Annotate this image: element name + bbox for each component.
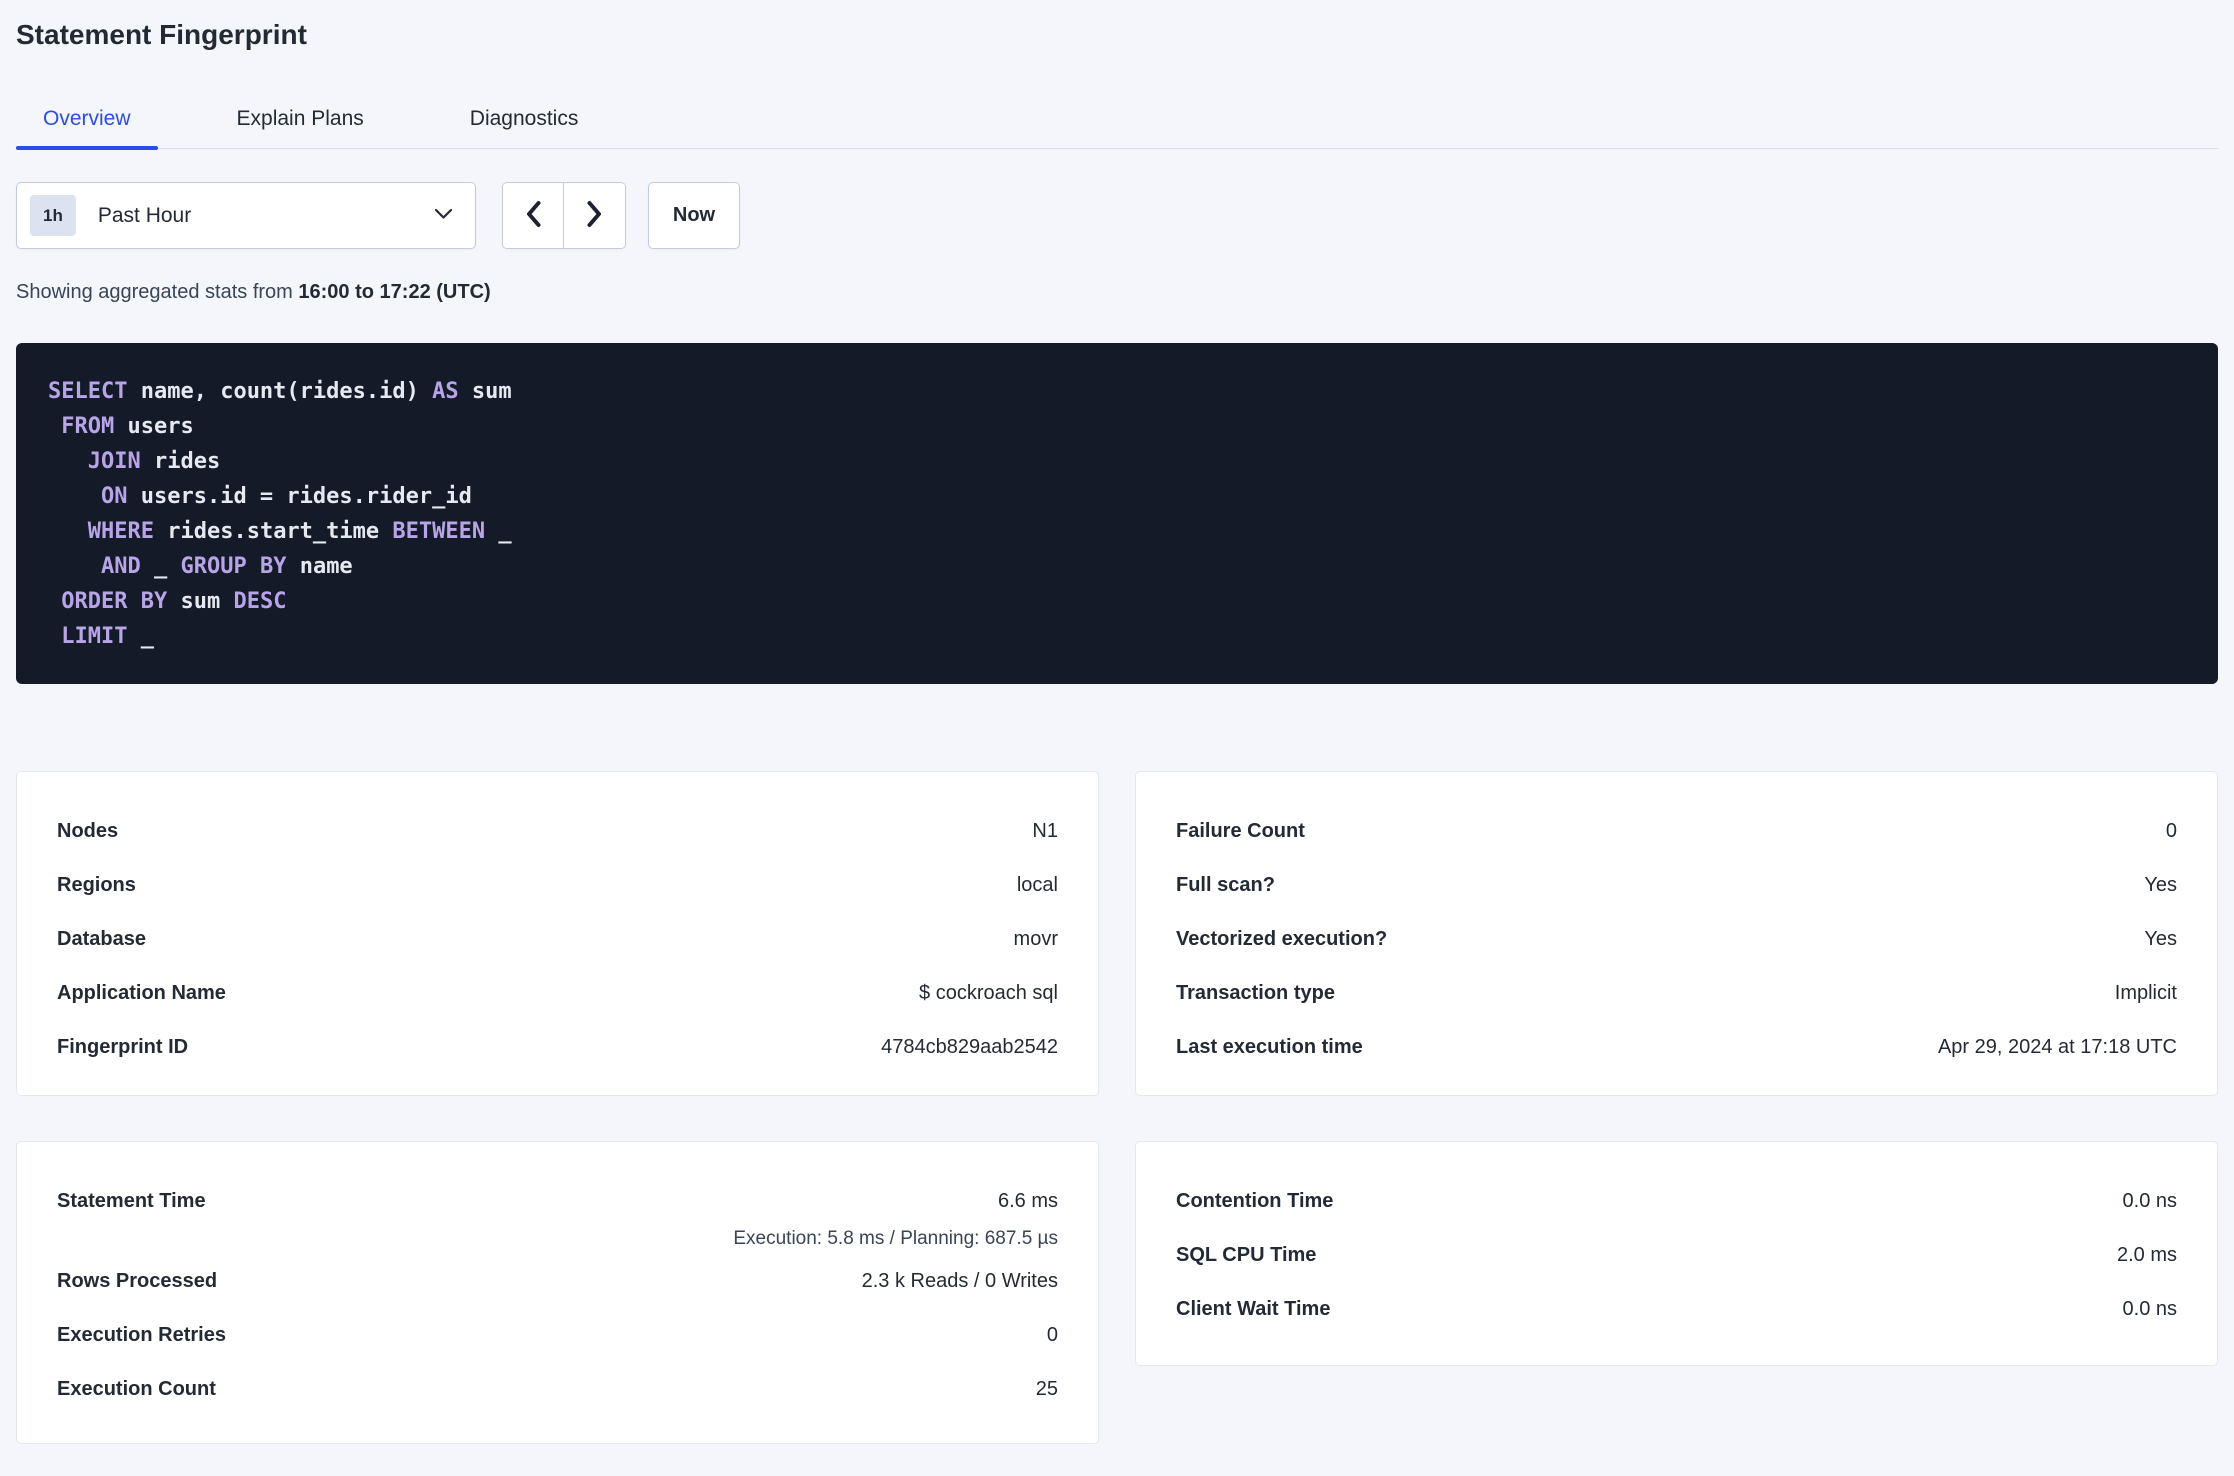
time-range-label: Past Hour	[97, 203, 192, 227]
row-label: Nodes	[57, 819, 119, 842]
now-button[interactable]: Now	[648, 182, 740, 249]
tab-explain-plans[interactable]: Explain Plans	[210, 92, 391, 148]
statement-details-card: Nodes N1 Regions local Database movr App…	[16, 771, 1099, 1096]
page-title: Statement Fingerprint	[16, 19, 307, 50]
row-label: SQL CPU Time	[1176, 1243, 1317, 1266]
wait-time-card: Contention Time 0.0 ns SQL CPU Time 2.0 …	[1135, 1141, 2218, 1366]
tab-overview[interactable]: Overview	[16, 92, 158, 150]
chevron-down-icon	[434, 207, 453, 225]
top-cards-row: Nodes N1 Regions local Database movr App…	[16, 771, 2218, 1096]
row-label: Contention Time	[1176, 1189, 1334, 1212]
row-label: Fingerprint ID	[57, 1035, 189, 1058]
row-label: Application Name	[57, 981, 226, 1004]
info-row-vectorized-execution: Vectorized execution? Yes	[1176, 912, 2177, 966]
row-value: Implicit	[2114, 981, 2177, 1004]
row-value: movr	[1013, 927, 1058, 950]
time-controls: 1h Past Hour Now	[16, 182, 2218, 249]
chevron-left-icon	[525, 200, 542, 231]
statement-attributes-card: Failure Count 0 Full scan? Yes Vectorize…	[1135, 771, 2218, 1096]
aggregated-stats-prefix: Showing aggregated stats from	[16, 281, 299, 303]
row-value: local	[1016, 873, 1058, 896]
info-row-statement-time: Statement Time 6.6 ms	[57, 1174, 1058, 1228]
row-value: Yes	[2144, 873, 2177, 896]
previous-time-window-button[interactable]	[503, 183, 564, 248]
info-row-regions: Regions local	[57, 858, 1058, 912]
info-row-last-execution-time: Last execution time Apr 29, 2024 at 17:1…	[1176, 1020, 2177, 1074]
row-label: Rows Processed	[57, 1269, 218, 1292]
row-label: Client Wait Time	[1176, 1297, 1331, 1320]
row-value: 25	[1035, 1377, 1058, 1400]
row-value: 0.0 ns	[2122, 1297, 2177, 1320]
row-value: 0.0 ns	[2122, 1189, 2177, 1212]
aggregated-stats-caption: Showing aggregated stats from 16:00 to 1…	[16, 279, 2218, 305]
info-row-full-scan: Full scan? Yes	[1176, 858, 2177, 912]
row-value: 0	[1046, 1323, 1058, 1346]
row-label: Transaction type	[1176, 981, 1335, 1004]
info-row-sql-cpu-time: SQL CPU Time 2.0 ms	[1176, 1228, 2177, 1282]
row-label: Execution Count	[57, 1377, 216, 1400]
row-label: Failure Count	[1176, 819, 1305, 842]
info-row-nodes: Nodes N1	[57, 804, 1058, 858]
row-label: Vectorized execution?	[1176, 927, 1388, 950]
sql-statement: SELECT name, count(rides.id) AS sum FROM…	[16, 343, 2218, 684]
info-row-rows-processed: Rows Processed 2.3 k Reads / 0 Writes	[57, 1254, 1058, 1308]
row-value: 2.3 k Reads / 0 Writes	[861, 1269, 1058, 1292]
tab-diagnostics[interactable]: Diagnostics	[443, 92, 606, 148]
tab-bar: Overview Explain Plans Diagnostics	[16, 92, 2218, 150]
row-label: Database	[57, 927, 146, 950]
bottom-cards-row: Statement Time 6.6 ms Execution: 5.8 ms …	[16, 1141, 2218, 1444]
row-value: Yes	[2144, 927, 2177, 950]
application-name-link[interactable]: $ cockroach sql	[919, 982, 1058, 1005]
next-time-window-button[interactable]	[564, 183, 625, 248]
statement-fingerprint-page: Statement Fingerprint Overview Explain P…	[0, 18, 2234, 1444]
info-row-execution-retries: Execution Retries 0	[57, 1308, 1058, 1362]
row-value: 4784cb829aab2542	[881, 1035, 1058, 1058]
statement-time-breakdown: Execution: 5.8 ms / Planning: 687.5 µs	[57, 1228, 1058, 1254]
row-label: Statement Time	[57, 1189, 206, 1212]
row-value: 2.0 ms	[2116, 1243, 2177, 1266]
node-link[interactable]: N1	[1032, 820, 1058, 843]
time-interval-picker[interactable]: 1h Past Hour	[16, 182, 476, 249]
interval-badge: 1h	[30, 195, 76, 236]
info-row-transaction-type: Transaction type Implicit	[1176, 966, 2177, 1020]
statement-timing-card: Statement Time 6.6 ms Execution: 5.8 ms …	[16, 1141, 1099, 1444]
row-value: 6.6 ms	[997, 1189, 1058, 1212]
info-row-execution-count: Execution Count 25	[57, 1362, 1058, 1416]
row-value: Apr 29, 2024 at 17:18 UTC	[1937, 1035, 2177, 1058]
info-row-database: Database movr	[57, 912, 1058, 966]
row-label: Last execution time	[1176, 1035, 1363, 1058]
row-label: Execution Retries	[57, 1323, 226, 1346]
row-subvalue: Execution: 5.8 ms / Planning: 687.5 µs	[733, 1228, 1058, 1249]
time-window-nav	[502, 182, 626, 249]
row-label: Full scan?	[1176, 873, 1275, 896]
info-row-contention-time: Contention Time 0.0 ns	[1176, 1174, 2177, 1228]
row-value: 0	[2165, 819, 2177, 842]
chevron-right-icon	[586, 200, 603, 231]
info-row-failure-count: Failure Count 0	[1176, 804, 2177, 858]
row-label: Regions	[57, 873, 136, 896]
aggregated-stats-range: 16:00 to 17:22 (UTC)	[298, 281, 491, 303]
info-row-application-name: Application Name $ cockroach sql	[57, 966, 1058, 1020]
info-row-fingerprint-id: Fingerprint ID 4784cb829aab2542	[57, 1020, 1058, 1074]
info-row-client-wait-time: Client Wait Time 0.0 ns	[1176, 1282, 2177, 1336]
